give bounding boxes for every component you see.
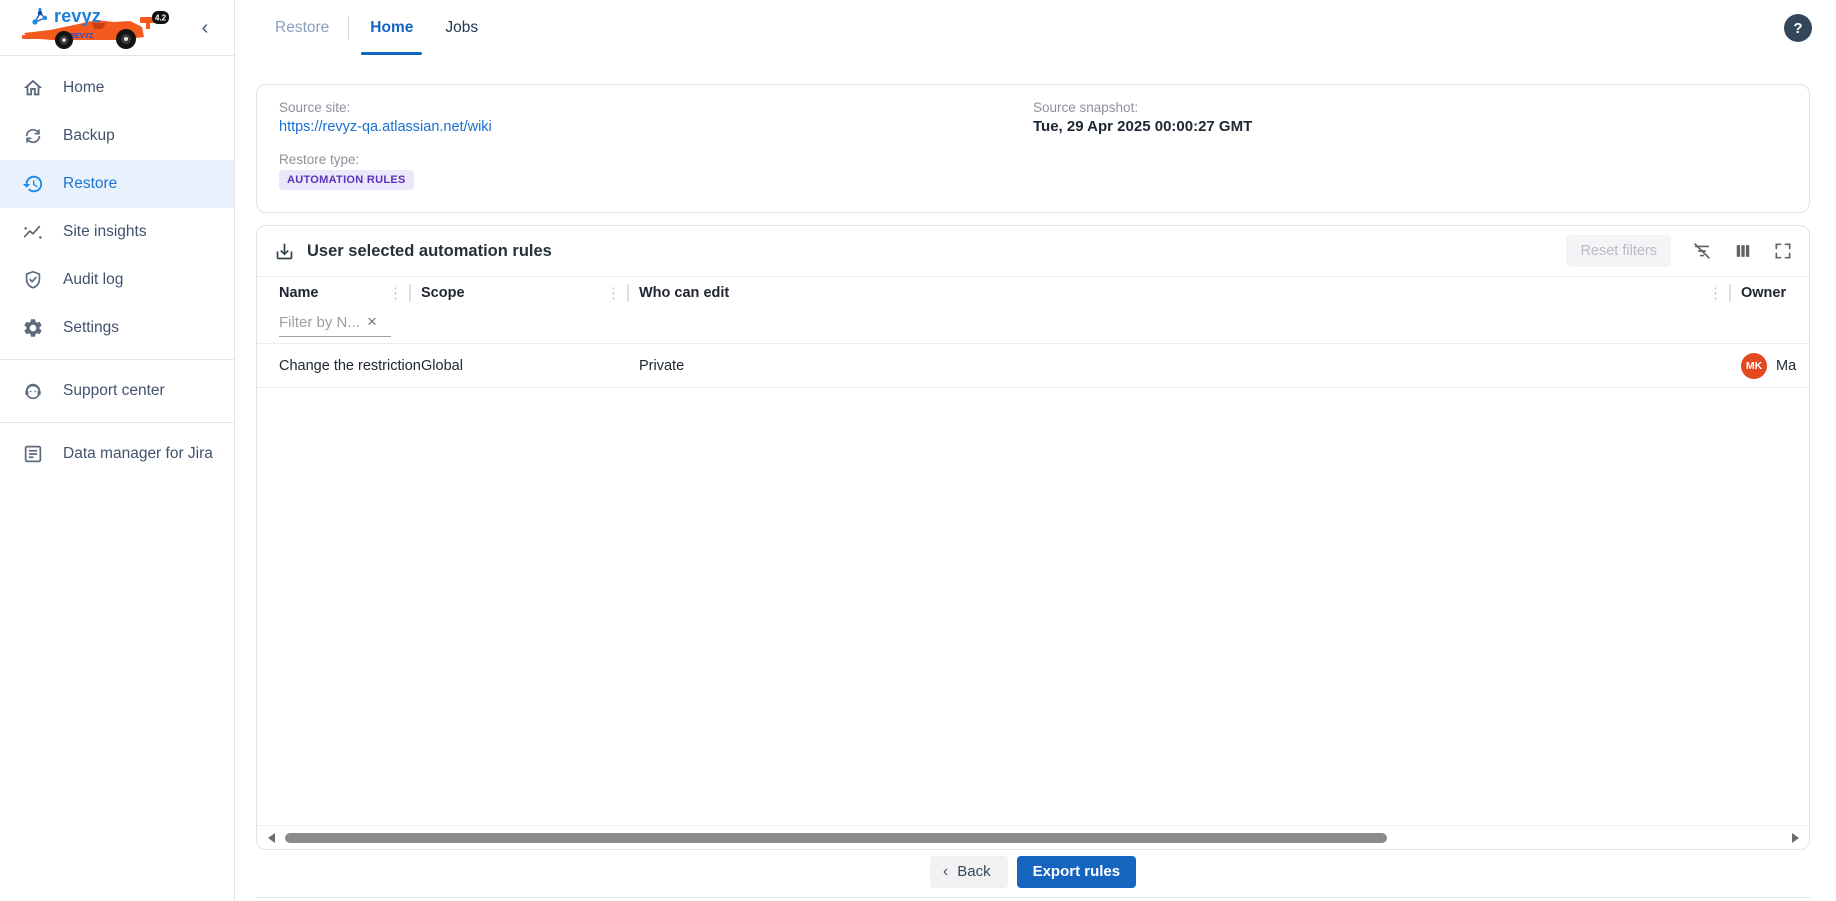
cell-who-can-edit: Private (629, 358, 1731, 374)
source-snapshot-value: Tue, 29 Apr 2025 00:00:27 GMT (1033, 118, 1787, 135)
sidebar-item-label: Data manager for Jira (63, 445, 213, 463)
rules-card-title-group: User selected automation rules (274, 241, 552, 262)
breadcrumb-divider (348, 16, 349, 40)
sidebar-item-label: Backup (63, 127, 115, 145)
brand-name: revyz (54, 6, 101, 27)
sidebar-item-audit-log[interactable]: Audit log (0, 256, 234, 304)
column-menu-icon[interactable]: ⋮ (1702, 284, 1729, 302)
restore-history-icon (22, 173, 44, 195)
sidebar-header: revyz REVYZ 4.2 ‹ (0, 0, 234, 56)
sidebar-item-home[interactable]: Home (0, 64, 234, 112)
table-empty-space (257, 388, 1809, 825)
scroll-left-icon[interactable] (263, 830, 279, 846)
svg-text:4.2: 4.2 (155, 14, 167, 23)
gear-icon (22, 317, 44, 339)
source-site-block: Source site: https://revyz-qa.atlassian.… (279, 100, 1033, 197)
back-button[interactable]: ‹ Back (930, 856, 1008, 888)
rules-card-header: User selected automation rules Reset fil… (257, 226, 1809, 277)
automation-rules-card: User selected automation rules Reset fil… (256, 225, 1810, 850)
clear-filter-icon[interactable]: × (363, 312, 381, 335)
backup-cloud-icon (22, 125, 44, 147)
sidebar-item-backup[interactable]: Backup (0, 112, 234, 160)
home-icon (22, 77, 44, 99)
table-header-row: Name ⋮ Scope ⋮ Who can edit ⋮ (257, 277, 1809, 305)
svg-text:REVYZ: REVYZ (70, 33, 94, 40)
column-menu-icon[interactable]: ⋮ (382, 284, 409, 302)
cell-owner: MK Ma (1731, 353, 1809, 379)
sidebar-item-restore[interactable]: Restore (0, 160, 234, 208)
restore-type-badge: AUTOMATION RULES (279, 170, 414, 190)
sidebar-item-label: Settings (63, 319, 119, 337)
name-filter-field: × (279, 311, 391, 337)
app-window: revyz REVYZ 4.2 ‹ (0, 0, 1836, 901)
table-row[interactable]: Change the restriction Global Private MK… (257, 344, 1809, 388)
cell-scope: Global (411, 358, 629, 374)
sidebar-item-label: Restore (63, 175, 117, 193)
chevron-left-icon: ‹ (943, 864, 948, 880)
source-site-link[interactable]: https://revyz-qa.atlassian.net/wiki (279, 119, 492, 135)
shield-check-icon (22, 269, 44, 291)
filter-off-icon[interactable] (1691, 240, 1713, 262)
sidebar-item-support-center[interactable]: Support center (0, 367, 234, 415)
export-rules-button[interactable]: Export rules (1017, 856, 1137, 888)
topbar: Restore Home Jobs ? (235, 0, 1836, 56)
sidebar-collapse-button[interactable]: ‹ (192, 15, 218, 41)
brand-logo: revyz (30, 6, 101, 27)
scroll-right-icon[interactable] (1787, 830, 1803, 846)
molecule-icon (30, 7, 50, 27)
sidebar-item-site-insights[interactable]: Site insights (0, 208, 234, 256)
owner-name: Ma (1776, 358, 1796, 374)
sidebar-divider (0, 422, 234, 423)
owner-avatar: MK (1741, 353, 1767, 379)
reset-filters-button[interactable]: Reset filters (1566, 235, 1671, 267)
footer-actions: ‹ Back Export rules (256, 856, 1810, 898)
column-header-who-can-edit: Who can edit ⋮ (629, 284, 1731, 302)
cell-name: Change the restriction (257, 358, 411, 374)
insights-trend-icon (22, 221, 44, 243)
table-toolbar: Reset filters (1566, 235, 1793, 267)
column-header-scope: Scope ⋮ (411, 284, 629, 302)
help-icon[interactable]: ? (1784, 14, 1812, 42)
page-body: Source site: https://revyz-qa.atlassian.… (235, 56, 1836, 901)
tab-home[interactable]: Home (368, 0, 415, 56)
sidebar-divider (0, 359, 234, 360)
fullscreen-icon[interactable] (1773, 241, 1793, 261)
restore-summary-card: Source site: https://revyz-qa.atlassian.… (256, 84, 1810, 213)
main-content: Restore Home Jobs ? Source site: https:/… (235, 0, 1836, 901)
tab-jobs[interactable]: Jobs (443, 0, 480, 56)
scrollbar-track[interactable] (283, 832, 1783, 844)
rules-card-title: User selected automation rules (307, 242, 552, 261)
table-filter-row: × (257, 305, 1809, 344)
sidebar-item-data-manager-jira[interactable]: Data manager for Jira (0, 430, 234, 478)
scrollbar-thumb[interactable] (285, 833, 1387, 843)
restore-type-label: Restore type: (279, 152, 1033, 167)
sidebar-item-settings[interactable]: Settings (0, 304, 234, 352)
horizontal-scrollbar (257, 825, 1809, 849)
sidebar-item-label: Home (63, 79, 104, 97)
columns-icon[interactable] (1733, 241, 1753, 261)
sidebar-item-label: Support center (63, 382, 165, 400)
sidebar-item-label: Audit log (63, 271, 123, 289)
name-filter-input[interactable] (279, 311, 363, 336)
import-rules-icon (274, 241, 295, 262)
article-icon (22, 443, 44, 465)
column-header-name: Name ⋮ (257, 284, 411, 302)
source-snapshot-label: Source snapshot: (1033, 100, 1787, 115)
sidebar-nav: Home Backup Restore (0, 56, 234, 478)
column-menu-icon[interactable]: ⋮ (600, 284, 627, 302)
sidebar: revyz REVYZ 4.2 ‹ (0, 0, 235, 901)
headset-icon (22, 380, 44, 402)
sidebar-item-label: Site insights (63, 223, 147, 241)
source-site-label: Source site: (279, 100, 1033, 115)
breadcrumb-restore[interactable]: Restore (275, 19, 329, 37)
source-snapshot-block: Source snapshot: Tue, 29 Apr 2025 00:00:… (1033, 100, 1787, 197)
column-header-owner: Owner (1731, 285, 1809, 301)
